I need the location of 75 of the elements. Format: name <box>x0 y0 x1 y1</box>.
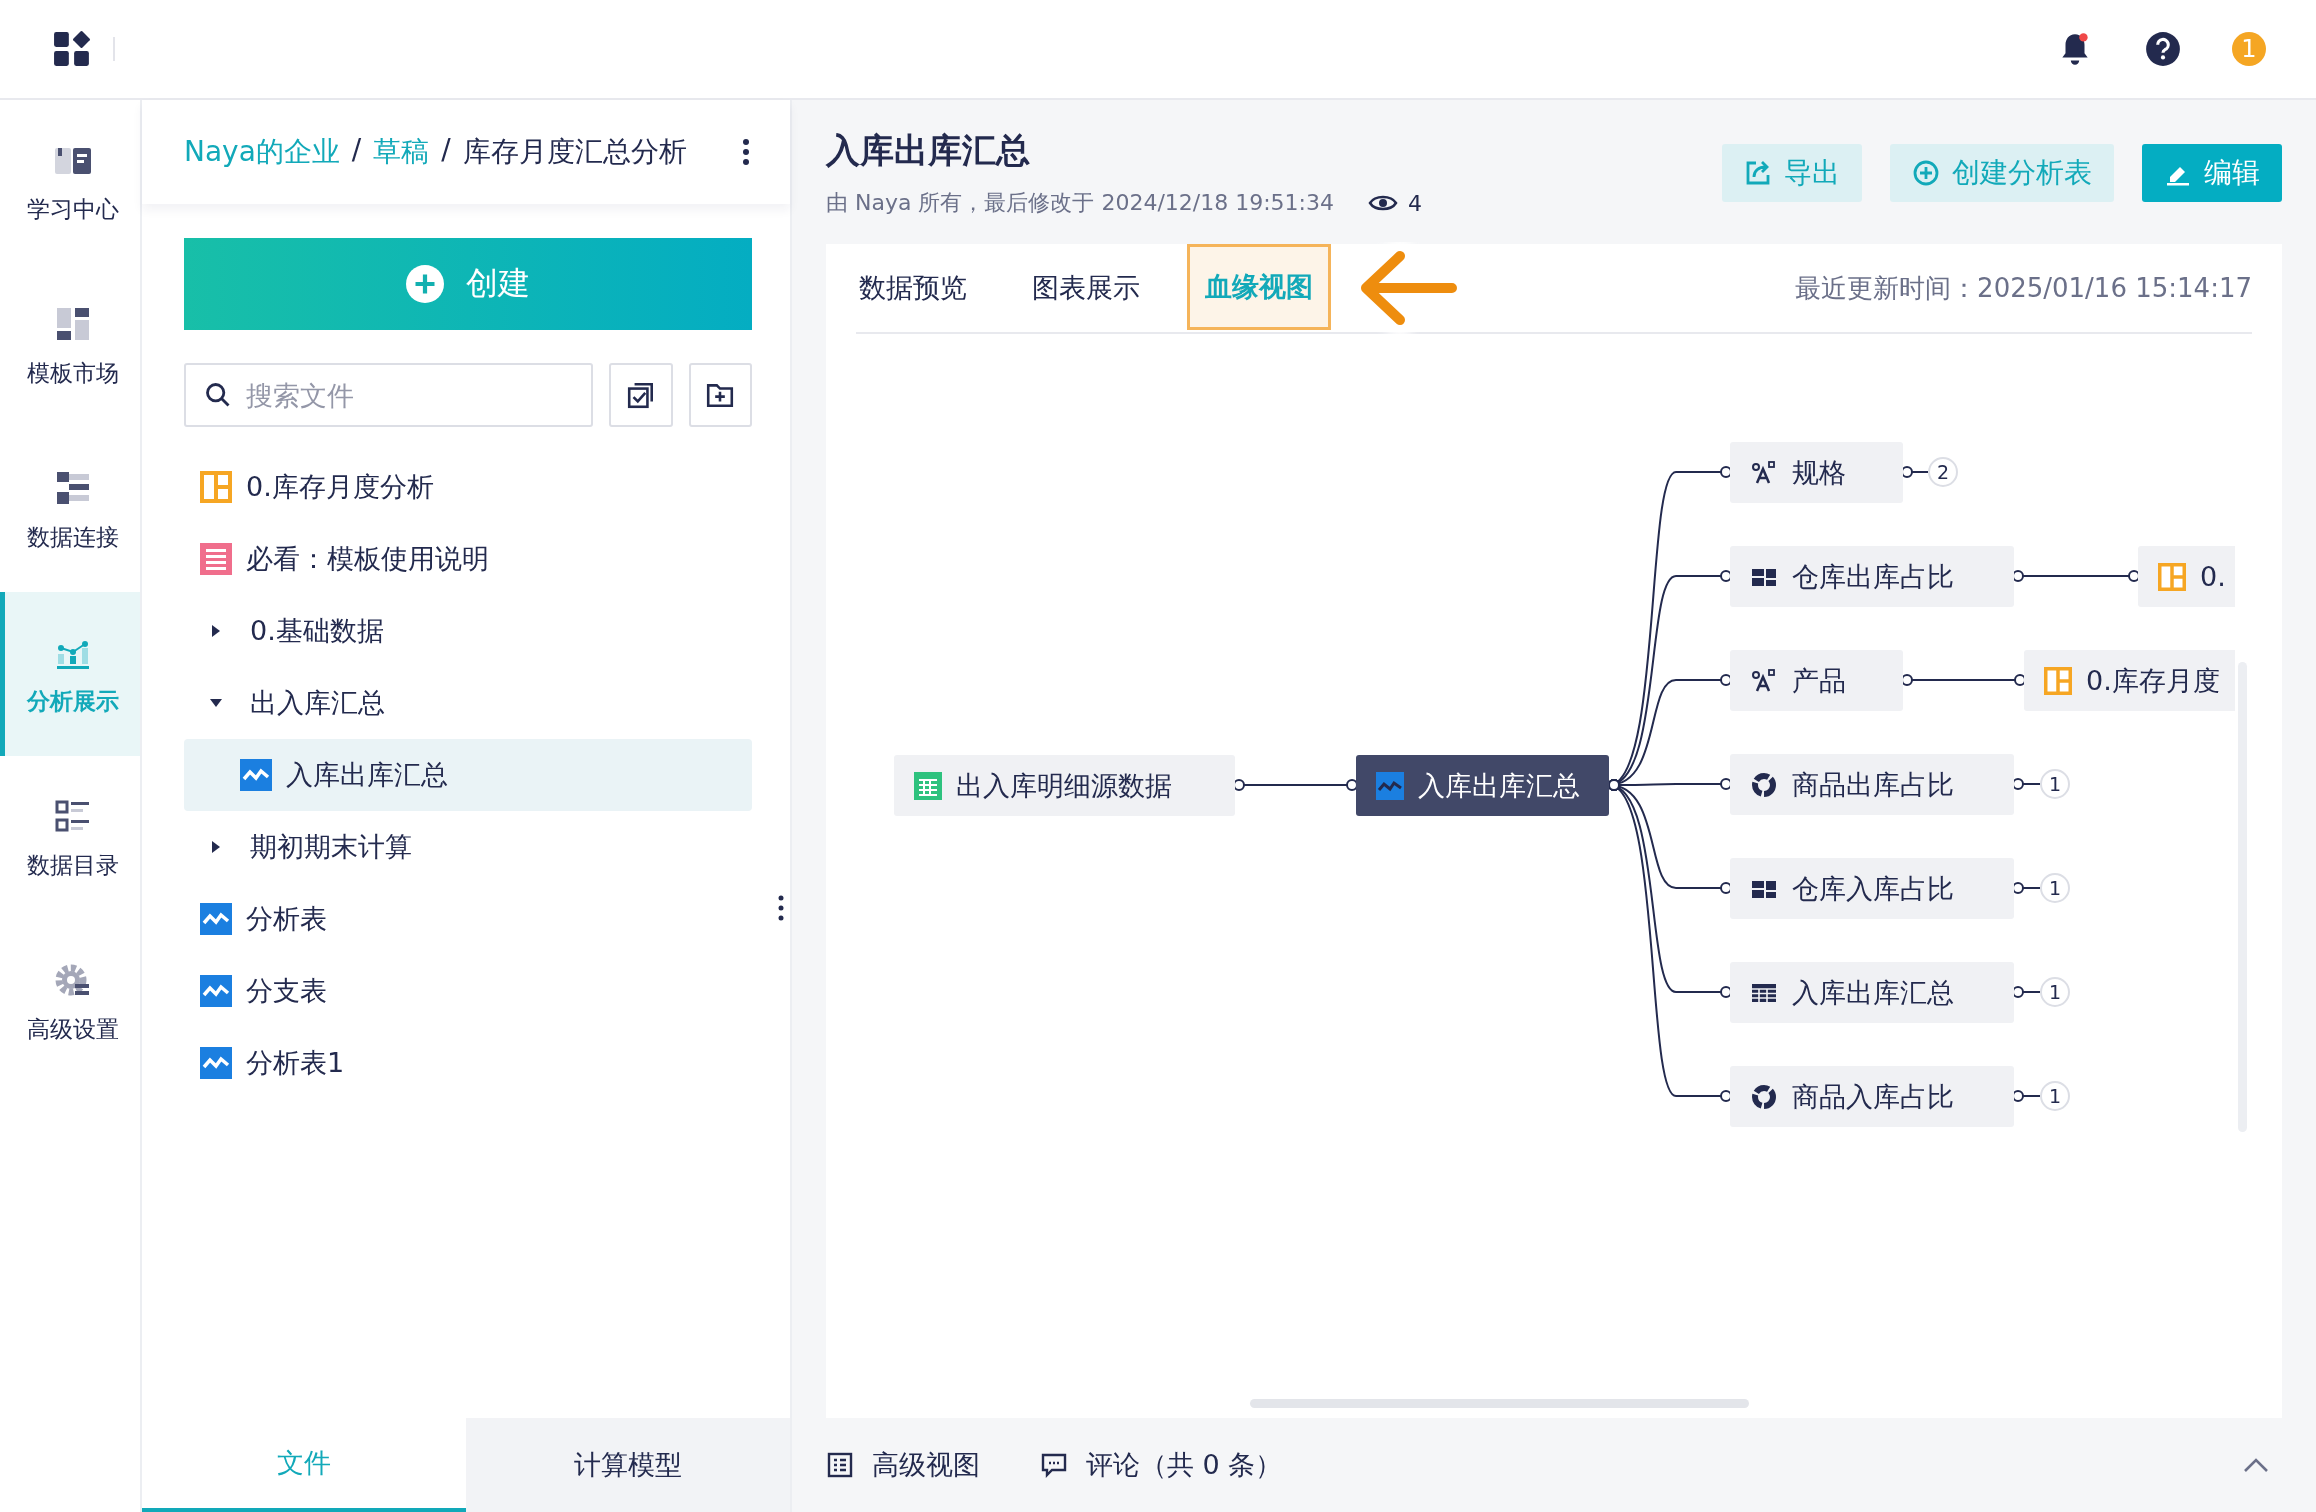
donut-chart-icon <box>1750 770 1778 799</box>
view-tab[interactable]: 数据预览 <box>856 244 985 332</box>
lineage-node[interactable]: 0.库存月度 <box>2024 650 2235 711</box>
new-folder-button[interactable] <box>688 363 752 427</box>
advanced-view-button[interactable]: 高级视图 <box>826 1447 980 1483</box>
count-badge: 1 <box>2040 873 2070 903</box>
search-field[interactable]: 搜索文件 <box>184 363 593 427</box>
help-icon[interactable] <box>2144 30 2182 68</box>
tree-item[interactable]: 分析表1 <box>184 1027 752 1099</box>
lineage-node[interactable]: 入库出库汇总 <box>1730 962 2014 1023</box>
dashboard-icon <box>2044 666 2072 695</box>
dashboard-icon <box>2158 562 2186 591</box>
tree-item[interactable]: 必看：模板使用说明 <box>184 523 752 595</box>
comments-button[interactable]: 评论（共 0 条） <box>1040 1447 1283 1483</box>
trend-icon <box>200 975 232 1007</box>
connector <box>2012 882 2041 894</box>
connector <box>2012 986 2041 998</box>
tree-item[interactable]: 0.库存月度分析 <box>184 451 752 523</box>
scrollbar[interactable] <box>1250 1399 1749 1408</box>
lineage-node[interactable]: 商品入库占比 <box>1730 1066 2014 1127</box>
count-badge: 1 <box>2040 977 2070 1007</box>
count-badge: 1 <box>2040 1081 2070 1111</box>
trend-icon <box>240 759 272 791</box>
breadcrumb-separator: / <box>351 133 362 168</box>
owner-info: 由 Naya 所有，最后修改于 2024/12/18 19:51:34 <box>826 189 1335 217</box>
multi-select-button[interactable] <box>609 363 673 427</box>
view-count: 4 <box>1408 190 1423 216</box>
connector <box>2012 778 2041 790</box>
tree-item[interactable]: 分支表 <box>184 955 752 1027</box>
resize-handle[interactable] <box>778 895 784 921</box>
breadcrumb-separator: / <box>441 133 451 168</box>
apps-icon[interactable] <box>53 30 91 68</box>
eye-icon <box>1368 193 1399 213</box>
dashboard-icon <box>200 471 232 503</box>
document-icon <box>200 543 232 575</box>
nav-item[interactable]: 模板市场 <box>0 264 140 428</box>
donut-chart-icon <box>1750 1082 1778 1111</box>
table-icon <box>914 771 942 800</box>
tree-item[interactable]: 期初期末计算 <box>184 811 752 883</box>
count-badge: 1 <box>2040 769 2070 799</box>
export-icon <box>1744 159 1772 187</box>
tree-item[interactable]: 入库出库汇总 <box>184 739 752 811</box>
count-badge: 2 <box>1928 457 1958 487</box>
nav-item[interactable]: 学习中心 <box>0 100 140 264</box>
lineage-node[interactable]: 仓库入库占比 <box>1730 858 2014 919</box>
trend-icon <box>200 903 232 935</box>
tree-item[interactable]: 分析表 <box>184 883 752 955</box>
nav-item[interactable]: 高级设置 <box>0 920 140 1084</box>
lineage-node[interactable]: 仓库出库占比 <box>1730 546 2014 607</box>
lineage-node[interactable]: 入库出库汇总 <box>1356 755 1609 816</box>
connector <box>1901 466 1929 478</box>
trend-icon <box>200 1047 232 1079</box>
more-icon[interactable] <box>742 138 750 166</box>
lineage-node[interactable]: 规格 <box>1730 442 1903 503</box>
tree-item[interactable]: 0.基础数据 <box>184 595 752 667</box>
checkbox-icon <box>625 380 656 410</box>
layout-icon <box>826 1451 854 1479</box>
nav-item[interactable]: 数据连接 <box>0 428 140 592</box>
breadcrumb-current: 库存月度汇总分析 <box>462 134 687 170</box>
view-tab[interactable]: 图表展示 <box>1014 244 1158 332</box>
last-updated: 最近更新时间：2025/01/16 15:14:17 <box>1795 271 2252 305</box>
lineage-node[interactable]: 产品 <box>1730 650 1903 711</box>
trend-icon <box>1376 771 1404 800</box>
lineage-node[interactable]: 出入库明细源数据 <box>894 755 1235 816</box>
tree-item[interactable]: 出入库汇总 <box>184 667 752 739</box>
lineage-node[interactable]: 商品出库占比 <box>1730 754 2014 815</box>
nav-item[interactable]: 数据目录 <box>0 756 140 920</box>
search-icon <box>204 381 232 409</box>
plus-icon <box>406 265 444 303</box>
lineage-node[interactable]: 0. <box>2138 546 2235 607</box>
connector <box>2012 1090 2041 1102</box>
page-title: 入库出库汇总 <box>826 129 1031 172</box>
panel-tab[interactable]: 计算模型 <box>466 1418 790 1512</box>
comment-icon <box>1040 1451 1068 1479</box>
plus-circle-icon <box>1912 159 1940 187</box>
